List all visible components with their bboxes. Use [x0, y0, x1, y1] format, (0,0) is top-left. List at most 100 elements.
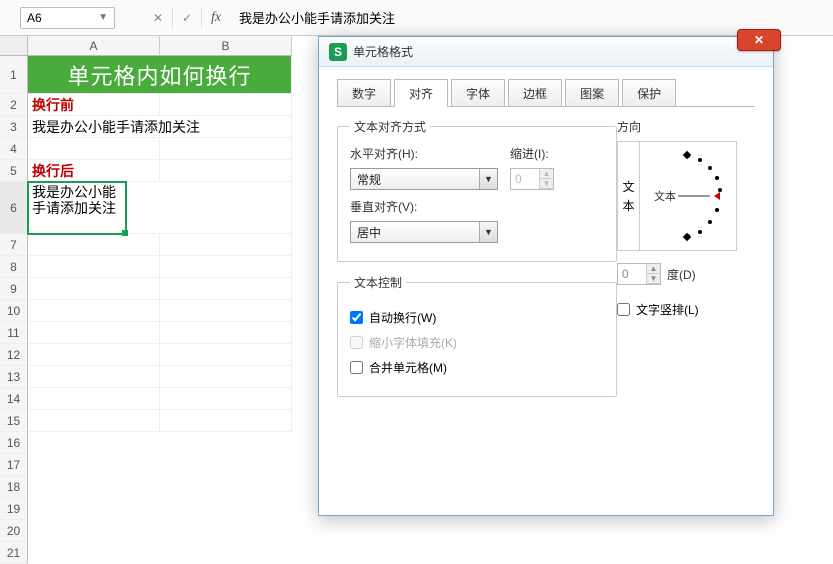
row-header[interactable]: 20 — [0, 520, 28, 542]
col-header-b[interactable]: B — [160, 36, 292, 56]
col-header-a[interactable]: A — [28, 36, 160, 56]
checkbox-input[interactable] — [350, 311, 363, 324]
text-alignment-group: 文本对齐方式 水平对齐(H): 缩进(I): 常规 ▼ 0 ▲▼ — [337, 118, 617, 262]
cell[interactable] — [28, 322, 160, 344]
degree-spinner[interactable]: 0 ▲▼ — [617, 263, 661, 285]
row-header[interactable]: 1 — [0, 56, 28, 94]
row-header[interactable]: 17 — [0, 454, 28, 476]
checkbox-input — [350, 336, 363, 349]
cell[interactable] — [28, 278, 160, 300]
cell-title[interactable]: 单元格内如何换行 — [28, 56, 292, 94]
dialog-title: 单元格格式 — [353, 43, 413, 60]
cell[interactable] — [160, 234, 292, 256]
cell[interactable]: 换行前 — [28, 94, 160, 116]
checkbox-label: 缩小字体填充(K) — [369, 334, 457, 351]
v-align-select[interactable]: 居中 ▼ — [350, 221, 498, 243]
cell[interactable]: 我是办公小能手请添加关注 — [28, 116, 292, 138]
dial-label: 文本 — [654, 189, 676, 203]
select-all-corner[interactable] — [0, 36, 28, 56]
row-header[interactable]: 19 — [0, 498, 28, 520]
row-header[interactable]: 5 — [0, 160, 28, 182]
h-align-select[interactable]: 常规 ▼ — [350, 168, 498, 190]
cell[interactable] — [28, 138, 160, 160]
chevron-down-icon[interactable]: ▼ — [647, 274, 660, 284]
dialog-titlebar[interactable]: S 单元格格式 — [319, 37, 773, 67]
merge-cells-checkbox[interactable]: 合并单元格(M) — [350, 359, 604, 376]
confirm-formula-button[interactable]: ✓ — [174, 7, 200, 29]
row-header[interactable]: 8 — [0, 256, 28, 278]
cell[interactable] — [28, 366, 160, 388]
cancel-formula-button[interactable]: ✕ — [145, 7, 171, 29]
close-icon: ✕ — [754, 33, 764, 47]
checkbox-input[interactable] — [350, 361, 363, 374]
cell[interactable] — [28, 344, 160, 366]
h-align-value: 常规 — [357, 171, 381, 188]
cell[interactable] — [160, 138, 292, 160]
row-header[interactable]: 4 — [0, 138, 28, 160]
tab-pattern[interactable]: 图案 — [565, 79, 619, 107]
cell[interactable] — [160, 94, 292, 116]
v-align-label: 垂直对齐(V): — [350, 198, 417, 215]
vertical-text-char: 本 — [622, 197, 634, 214]
dialog-close-button[interactable]: ✕ — [737, 29, 781, 51]
checkbox-label: 文字竖排(L) — [636, 301, 699, 318]
row-header[interactable]: 9 — [0, 278, 28, 300]
close-icon: ✕ — [153, 11, 163, 25]
row-header[interactable]: 15 — [0, 410, 28, 432]
chevron-down-icon: ▼ — [479, 169, 497, 189]
name-box[interactable]: A6 ▼ — [20, 7, 115, 29]
tab-protect[interactable]: 保护 — [622, 79, 676, 107]
row-header[interactable]: 21 — [0, 542, 28, 564]
cell[interactable] — [160, 410, 292, 432]
cell[interactable] — [28, 234, 160, 256]
cell[interactable] — [160, 278, 292, 300]
orientation-control[interactable]: 文 本 文本 — [617, 141, 737, 251]
row-header[interactable]: 2 — [0, 94, 28, 116]
vertical-text-checkbox[interactable]: 文字竖排(L) — [617, 301, 755, 318]
cell[interactable] — [28, 410, 160, 432]
row-header[interactable]: 18 — [0, 476, 28, 498]
row-header[interactable]: 6 — [0, 182, 28, 234]
cell[interactable] — [126, 182, 292, 234]
cell[interactable]: 换行后 — [28, 160, 160, 182]
row-header[interactable]: 13 — [0, 366, 28, 388]
tab-number[interactable]: 数字 — [337, 79, 391, 107]
cell[interactable] — [160, 344, 292, 366]
row-header[interactable]: 7 — [0, 234, 28, 256]
tab-font[interactable]: 字体 — [451, 79, 505, 107]
degree-value: 0 — [622, 267, 629, 281]
row-header[interactable]: 14 — [0, 388, 28, 410]
row-header[interactable]: 3 — [0, 116, 28, 138]
cell[interactable] — [160, 256, 292, 278]
checkbox-label: 自动换行(W) — [369, 309, 436, 326]
row-header[interactable]: 16 — [0, 432, 28, 454]
fx-button[interactable]: fx — [203, 7, 229, 29]
row-header[interactable]: 12 — [0, 344, 28, 366]
wrap-text-checkbox[interactable]: 自动换行(W) — [350, 309, 604, 326]
cell[interactable] — [28, 256, 160, 278]
cell-selected[interactable]: 我是办公小能手请添加关注 — [28, 182, 126, 234]
chevron-up-icon[interactable]: ▲ — [647, 264, 660, 274]
cell[interactable] — [160, 322, 292, 344]
cell[interactable] — [28, 388, 160, 410]
orientation-dial[interactable]: 文本 — [640, 142, 736, 250]
formula-bar[interactable]: 我是办公小能手请添加关注 — [239, 8, 395, 27]
cell[interactable] — [160, 160, 292, 182]
vertical-text-char: 文 — [622, 178, 634, 195]
cell[interactable] — [160, 300, 292, 322]
row-header[interactable]: 10 — [0, 300, 28, 322]
cell[interactable] — [160, 366, 292, 388]
tab-border[interactable]: 边框 — [508, 79, 562, 107]
checkbox-input[interactable] — [617, 303, 630, 316]
check-icon: ✓ — [182, 11, 192, 25]
tab-alignment[interactable]: 对齐 — [394, 79, 448, 107]
shrink-fit-checkbox: 缩小字体填充(K) — [350, 334, 604, 351]
chevron-down-icon: ▼ — [540, 179, 553, 189]
row-header[interactable]: 11 — [0, 322, 28, 344]
cell[interactable] — [28, 300, 160, 322]
vertical-text-button[interactable]: 文 本 — [618, 142, 640, 250]
chevron-down-icon: ▼ — [98, 12, 108, 23]
v-align-value: 居中 — [357, 224, 381, 241]
cell[interactable] — [160, 388, 292, 410]
indent-spinner: 0 ▲▼ — [510, 168, 554, 190]
